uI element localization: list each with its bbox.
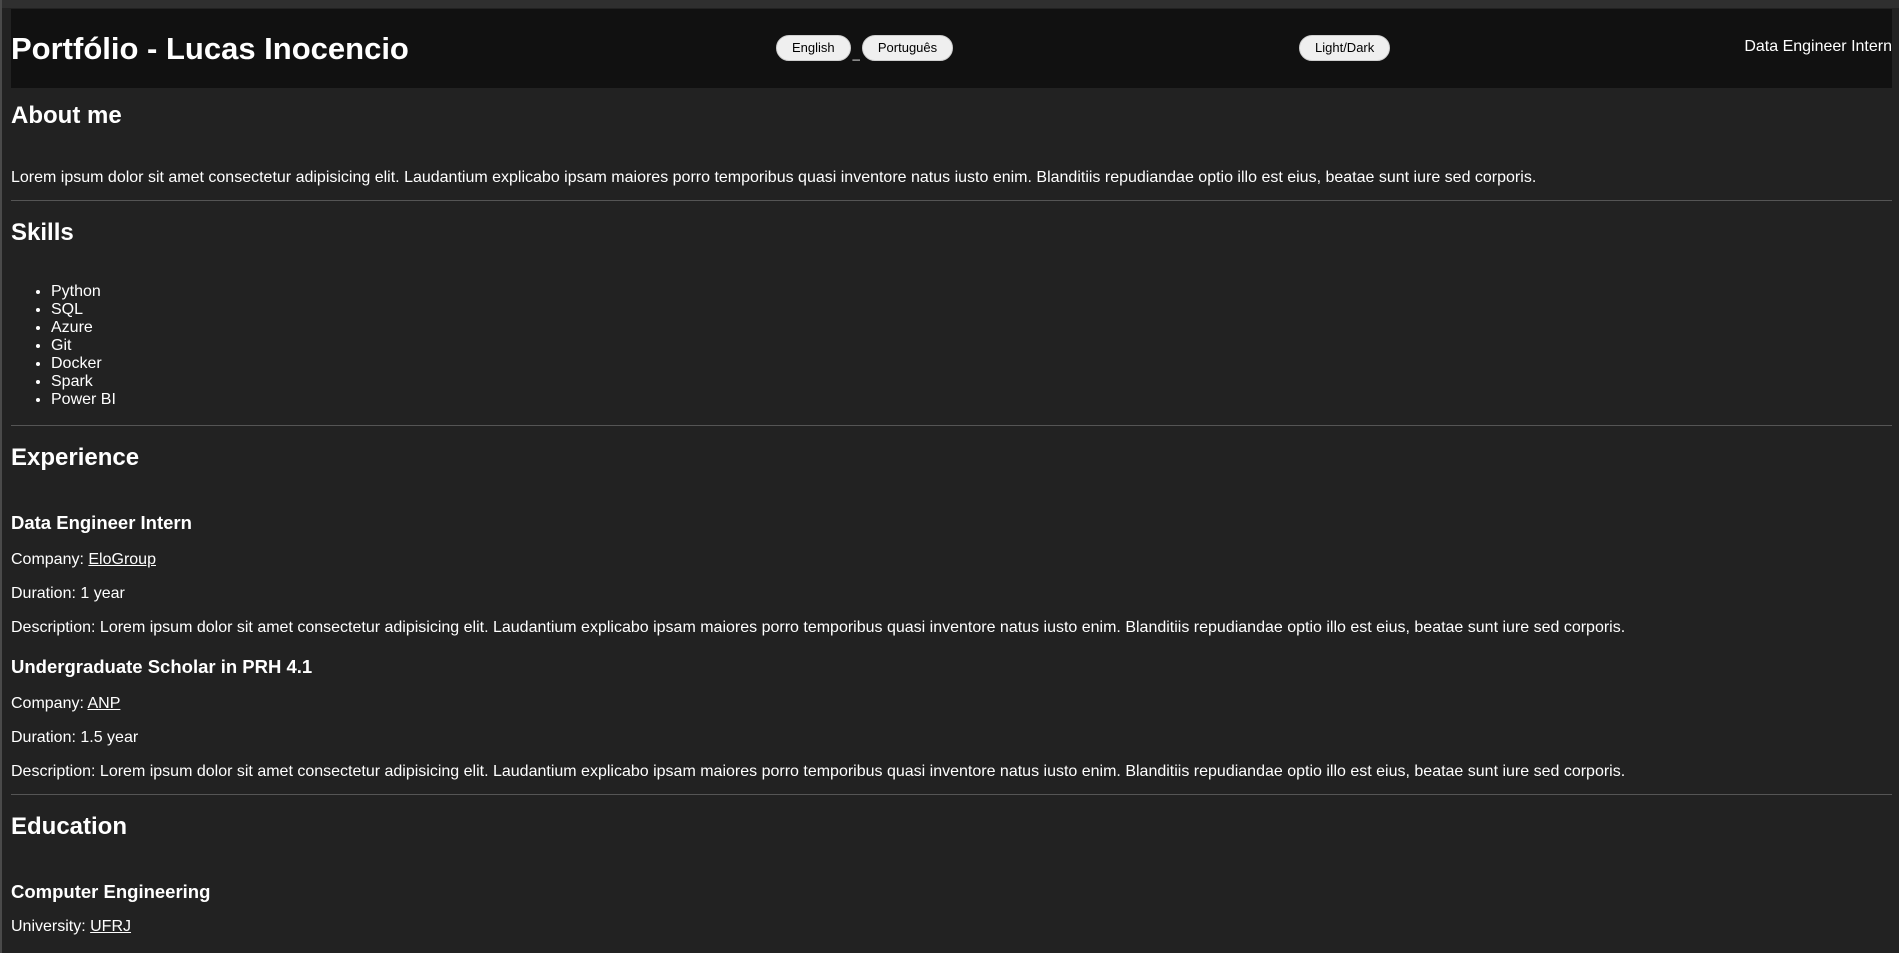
skill-item: Python (51, 283, 1892, 301)
skills-list: Python SQL Azure Git Docker Spark Power … (11, 283, 1892, 409)
skill-item: Docker (51, 355, 1892, 373)
job-title: Undergraduate Scholar in PRH 4.1 (11, 656, 313, 677)
job-company: Company: EloGroup (11, 550, 1892, 570)
education-section: Education Computer Engineering Universit… (11, 813, 1892, 937)
skill-item: Power BI (51, 391, 1892, 409)
skill-item: Git (51, 337, 1892, 355)
university-label: University: (11, 918, 91, 935)
education-heading: Education (11, 813, 128, 840)
university: University: UFRJ (11, 917, 1892, 937)
divider (11, 794, 1892, 795)
skills-section: Skills Python SQL Azure Git Docker Spark… (11, 219, 1892, 409)
company-label: Company: (11, 695, 88, 712)
site-header: Portfólio - Lucas Inocencio English _ Po… (11, 9, 1892, 88)
theme-toggle-button[interactable]: Light/Dark (1299, 35, 1391, 61)
university-link-ufrj[interactable]: UFRJ (90, 918, 131, 935)
job-company: Company: ANP (11, 694, 1892, 714)
experience-item: Undergraduate Scholar in PRH 4.1 Company… (11, 656, 1892, 782)
job-description: Description: Lorem ipsum dolor sit amet … (11, 763, 1626, 780)
job-description: Description: Lorem ipsum dolor sit amet … (11, 619, 1626, 636)
window-top-edge (0, 0, 1899, 8)
about-text: Lorem ipsum dolor sit amet consectetur a… (11, 169, 1537, 186)
language-separator: _ (852, 46, 860, 61)
skill-item: Spark (51, 373, 1892, 391)
job-title: Data Engineer Intern (11, 512, 192, 533)
job-duration: Duration: 1 year (11, 585, 125, 602)
company-link-anp[interactable]: ANP (87, 695, 120, 712)
window-left-edge (0, 0, 2, 953)
company-label: Company: (11, 551, 89, 568)
degree-title: Computer Engineering (11, 881, 211, 902)
divider (11, 425, 1892, 426)
language-switcher: English _ Português (776, 35, 954, 61)
english-button[interactable]: English (776, 35, 851, 61)
experience-heading: Experience (11, 444, 140, 471)
company-link-elogroup[interactable]: EloGroup (88, 551, 156, 568)
job-duration: Duration: 1.5 year (11, 729, 139, 746)
about-section: About me Lorem ipsum dolor sit amet cons… (11, 102, 1892, 188)
skill-item: Azure (51, 319, 1892, 337)
portuguese-button[interactable]: Português (861, 35, 954, 61)
experience-section: Experience Data Engineer Intern Company:… (11, 444, 1892, 782)
about-heading: About me (11, 102, 122, 129)
page-title: Portfólio - Lucas Inocencio (11, 30, 409, 66)
divider (11, 200, 1892, 201)
skill-item: SQL (51, 301, 1892, 319)
role-label: Data Engineer Intern (1744, 38, 1892, 55)
experience-item: Data Engineer Intern Company: EloGroup D… (11, 512, 1892, 638)
skills-heading: Skills (11, 219, 74, 246)
page-container: Portfólio - Lucas Inocencio English _ Po… (11, 9, 1892, 937)
